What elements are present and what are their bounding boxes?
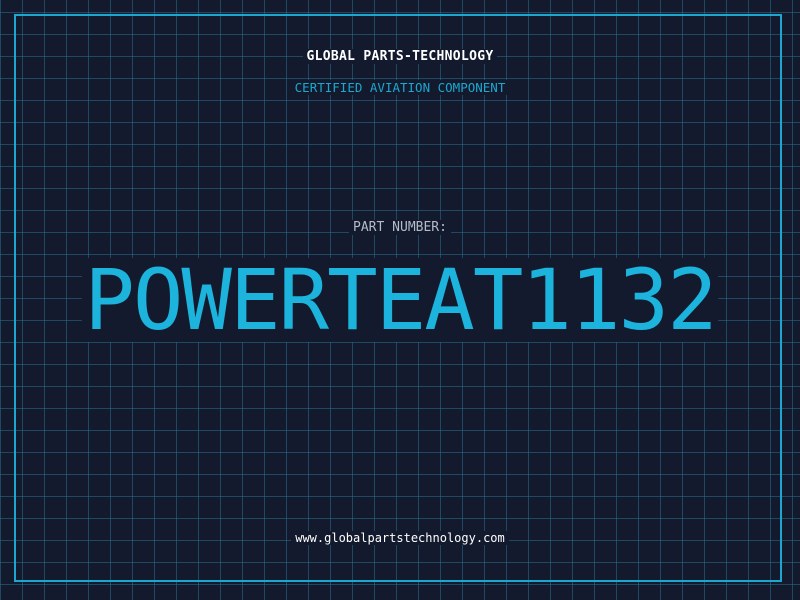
label-card: GLOBAL PARTS-TECHNOLOGY CERTIFIED AVIATI…	[0, 0, 800, 600]
part-number-label: PART NUMBER:	[0, 220, 800, 235]
part-number: POWERTEAT1132	[0, 258, 800, 342]
certification-subtitle-text: CERTIFIED AVIATION COMPONENT	[290, 80, 510, 95]
website-url-text: www.globalpartstechnology.com	[291, 531, 509, 545]
part-number-label-text: PART NUMBER:	[349, 220, 451, 235]
certification-subtitle: CERTIFIED AVIATION COMPONENT	[0, 80, 800, 95]
part-number-value: POWERTEAT1132	[82, 251, 718, 349]
website-url: www.globalpartstechnology.com	[0, 531, 800, 545]
company-name: GLOBAL PARTS-TECHNOLOGY	[0, 49, 800, 64]
company-name-text: GLOBAL PARTS-TECHNOLOGY	[302, 49, 498, 64]
